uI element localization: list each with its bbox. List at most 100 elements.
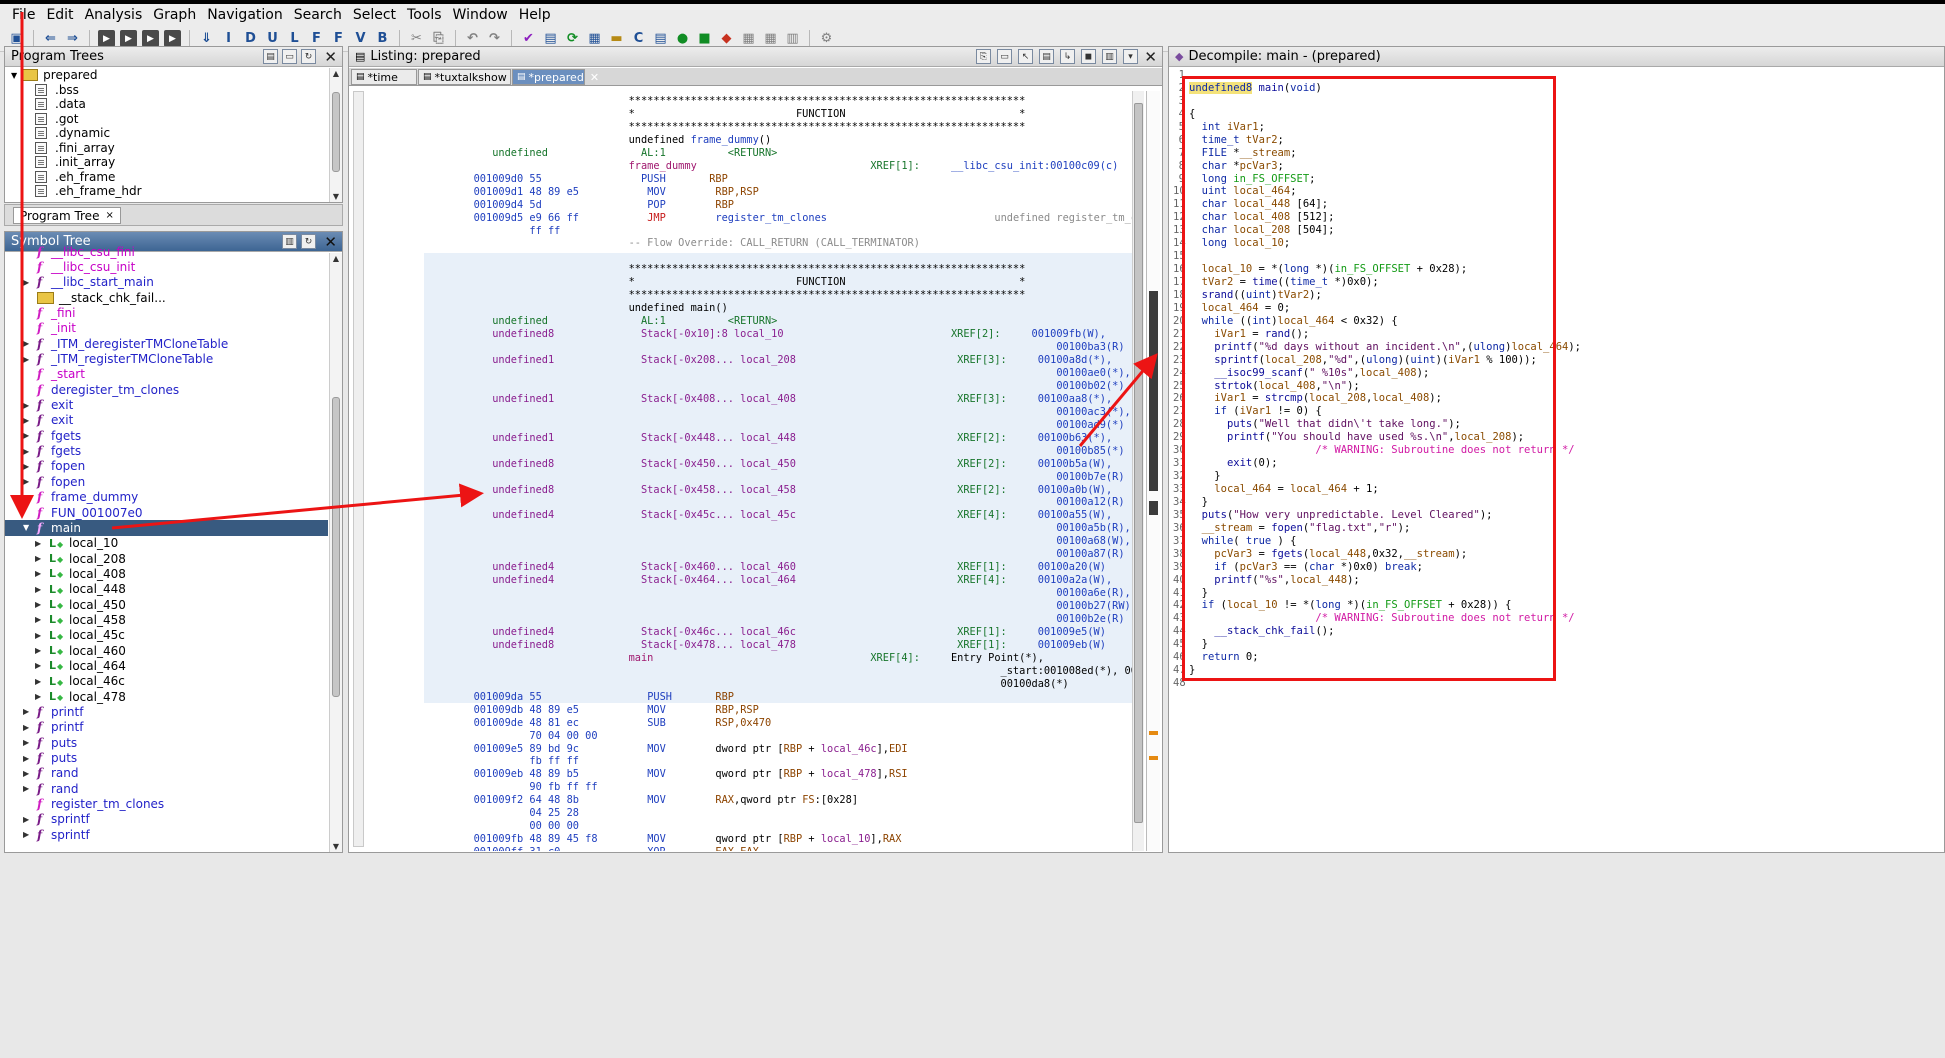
flow-arrows-icon[interactable]: ↳ (1060, 49, 1075, 64)
folder-icon[interactable]: ▬ (608, 30, 625, 47)
listing-line[interactable]: undefined4 Stack[-0x45c... local_45c XRE… (424, 509, 1112, 522)
layout-icon[interactable]: ▥ (1102, 49, 1117, 64)
listing-line[interactable]: 001009de 48 81 ec SUB RSP,0x470 (424, 717, 772, 730)
chevron-right-icon[interactable]: ▶ (23, 830, 29, 839)
symbol-tree-local-row[interactable]: ▶ Llocal_208 (5, 551, 328, 566)
instruction-nav-icon[interactable]: I (220, 30, 237, 47)
menu-window[interactable]: Window (453, 7, 508, 23)
listing-line[interactable]: 00 00 00 (424, 820, 579, 833)
decompile-line[interactable]: long local_10; (1189, 237, 1944, 250)
menu-search[interactable]: Search (294, 7, 342, 23)
listing-line[interactable]: 00100a5b(R), (424, 522, 1130, 535)
listing-line[interactable]: 90 fb ff ff (424, 781, 597, 794)
symbol-tree-local-row[interactable]: ▶ Llocal_450 (5, 597, 328, 612)
listing-line[interactable]: undefined4 Stack[-0x46c... local_46c XRE… (424, 626, 1106, 639)
chevron-right-icon[interactable]: ▶ (23, 723, 29, 732)
tree-item-section[interactable]: .eh_frame (5, 170, 328, 185)
chevron-down-icon[interactable]: ▼ (11, 71, 17, 80)
listing-line[interactable]: undefined4 Stack[-0x464... local_464 XRE… (424, 574, 1112, 587)
chevron-right-icon[interactable]: ▶ (23, 355, 29, 364)
decompile-line[interactable]: if (iVar1 != 0) { (1189, 405, 1944, 418)
undefined-nav-icon[interactable]: U (264, 30, 281, 47)
close-icon[interactable]: × (105, 210, 113, 221)
decompile-line[interactable]: printf("%d days without an incident.\n",… (1189, 341, 1944, 354)
function-graph-icon[interactable]: ▤ (652, 30, 669, 47)
decompile-line[interactable]: return 0; (1189, 651, 1944, 664)
tab-listing-time[interactable]: ▤ *time (351, 69, 417, 85)
decompile-line[interactable]: char local_448 [64]; (1189, 198, 1944, 211)
symbol-tree-row[interactable]: ▶ f fgets (5, 443, 328, 458)
chevron-right-icon[interactable]: ▶ (35, 615, 41, 624)
symbol-tree-row[interactable]: ▶ f _ITM_deregisterTMCloneTable (5, 336, 328, 351)
decompile-line[interactable]: } (1189, 496, 1944, 509)
symbol-tree-local-row[interactable]: ▶ Llocal_464 (5, 658, 328, 673)
symbol-tree-local-row[interactable]: ▶ Llocal_448 (5, 582, 328, 597)
next-undefined-icon[interactable]: ▶ (142, 30, 159, 47)
symbol-tree-local-row[interactable]: ▶ Llocal_478 (5, 689, 328, 704)
chevron-right-icon[interactable]: ▶ (35, 646, 41, 655)
listing-line[interactable]: 001009ff 31 c0 XOR EAX,EAX (424, 846, 759, 851)
paste-icon[interactable]: ▭ (997, 49, 1012, 64)
tree-item-section[interactable]: .data (5, 97, 328, 112)
green-play-icon[interactable]: ■ (696, 30, 713, 47)
chevron-right-icon[interactable]: ▶ (23, 707, 29, 716)
chevron-right-icon[interactable]: ▶ (35, 600, 41, 609)
listing-line[interactable]: main XREF[4]: Entry Point(*), (424, 652, 1044, 665)
checkmark-icon[interactable]: ✔ (520, 30, 537, 47)
decompile-line[interactable]: long in_FS_OFFSET; (1189, 173, 1944, 186)
undo-icon[interactable]: ↶ (464, 30, 481, 47)
decompile-line[interactable]: uint local_464; (1189, 185, 1944, 198)
symbol-tree-row[interactable]: ▶ f _ITM_registerTMCloneTable (5, 351, 328, 366)
listing-line[interactable]: 001009d5 e9 66 ff JMP register_tm_clones… (424, 212, 1136, 225)
symbol-tree-row[interactable]: ▶ f rand (5, 781, 328, 796)
listing-line[interactable]: ff ff (424, 225, 560, 238)
tree-item-section[interactable]: .fini_array (5, 141, 328, 156)
symbol-tree-row[interactable]: ▶ f puts (5, 735, 328, 750)
symbol-tree-row[interactable]: f __libc_csu_fini (5, 244, 328, 259)
chevron-right-icon[interactable]: ▶ (35, 554, 41, 563)
listing-scrollbar[interactable] (1132, 91, 1144, 851)
listing-line[interactable]: 00100b7e(R) (424, 471, 1124, 484)
symbol-tree-row[interactable]: ▼ f main (5, 520, 328, 536)
refresh-icon[interactable]: ↻ (301, 49, 316, 64)
script-manager-icon[interactable]: ▤ (542, 30, 559, 47)
symbol-tree-row[interactable]: f _init (5, 321, 328, 336)
decompile-line[interactable]: char local_208 [504]; (1189, 224, 1944, 237)
listing-line[interactable]: 00100a68(W), (424, 535, 1130, 548)
listing-line[interactable]: 001009e5 89 bd 9c MOV dword ptr [RBP + l… (424, 743, 908, 756)
chevron-right-icon[interactable]: ▶ (35, 569, 41, 578)
chevron-down-icon[interactable]: ▾ (1123, 49, 1138, 64)
chevron-down-icon[interactable]: ▼ (23, 523, 29, 532)
decompile-line[interactable]: puts("Well that didn\'t take long."); (1189, 418, 1944, 431)
decompile-line[interactable]: local_10 = *(long *)(in_FS_OFFSET + 0x28… (1189, 263, 1944, 276)
menu-navigation[interactable]: Navigation (207, 7, 283, 23)
listing-line[interactable]: 00100ac3(*), (424, 406, 1130, 419)
decompile-line[interactable]: puts("How very unpredictable. Level Clea… (1189, 509, 1944, 522)
symbol-tree-local-row[interactable]: ▶ Llocal_45c (5, 628, 328, 643)
listing-line[interactable]: undefined main() (424, 302, 728, 315)
symbol-tree-row[interactable]: ▶ f exit (5, 397, 328, 412)
refresh-icon[interactable]: ⟳ (564, 30, 581, 47)
listing-line[interactable]: ****************************************… (424, 263, 1026, 276)
decompile-line[interactable]: char *pcVar3; (1189, 160, 1944, 173)
menu-graph[interactable]: Graph (153, 7, 196, 23)
scrollbar-thumb[interactable] (332, 92, 340, 172)
decompile-line[interactable] (1189, 69, 1944, 82)
listing-line[interactable]: * FUNCTION * (424, 108, 1026, 121)
tree-item-section[interactable]: .init_array (5, 155, 328, 170)
menu-tools[interactable]: Tools (407, 7, 442, 23)
decompile-line[interactable] (1189, 250, 1944, 263)
chevron-right-icon[interactable]: ▶ (23, 815, 29, 824)
listing-line[interactable]: undefined4 Stack[-0x460... local_460 XRE… (424, 561, 1106, 574)
listing-line[interactable]: 00100da8(*) (424, 678, 1069, 691)
listing-line[interactable]: _start:001008ed(*), 00100d00, (424, 665, 1136, 678)
scroll-up-icon[interactable]: ▲ (330, 69, 342, 78)
listing-line[interactable]: 00100b02(*) (424, 380, 1124, 393)
listing-line[interactable]: undefined1 Stack[-0x408... local_408 XRE… (424, 393, 1112, 406)
decompile-line[interactable]: __stream = fopen("flag.txt","r"); (1189, 522, 1944, 535)
listing-line[interactable]: 00100b2e(R) (424, 613, 1124, 626)
symbol-tree-local-row[interactable]: ▶ Llocal_10 (5, 536, 328, 551)
copy-icon[interactable]: ⎘ (976, 49, 991, 64)
back-icon[interactable]: ⇐ (42, 30, 59, 47)
listing-line[interactable]: undefined1 Stack[-0x448... local_448 XRE… (424, 432, 1112, 445)
